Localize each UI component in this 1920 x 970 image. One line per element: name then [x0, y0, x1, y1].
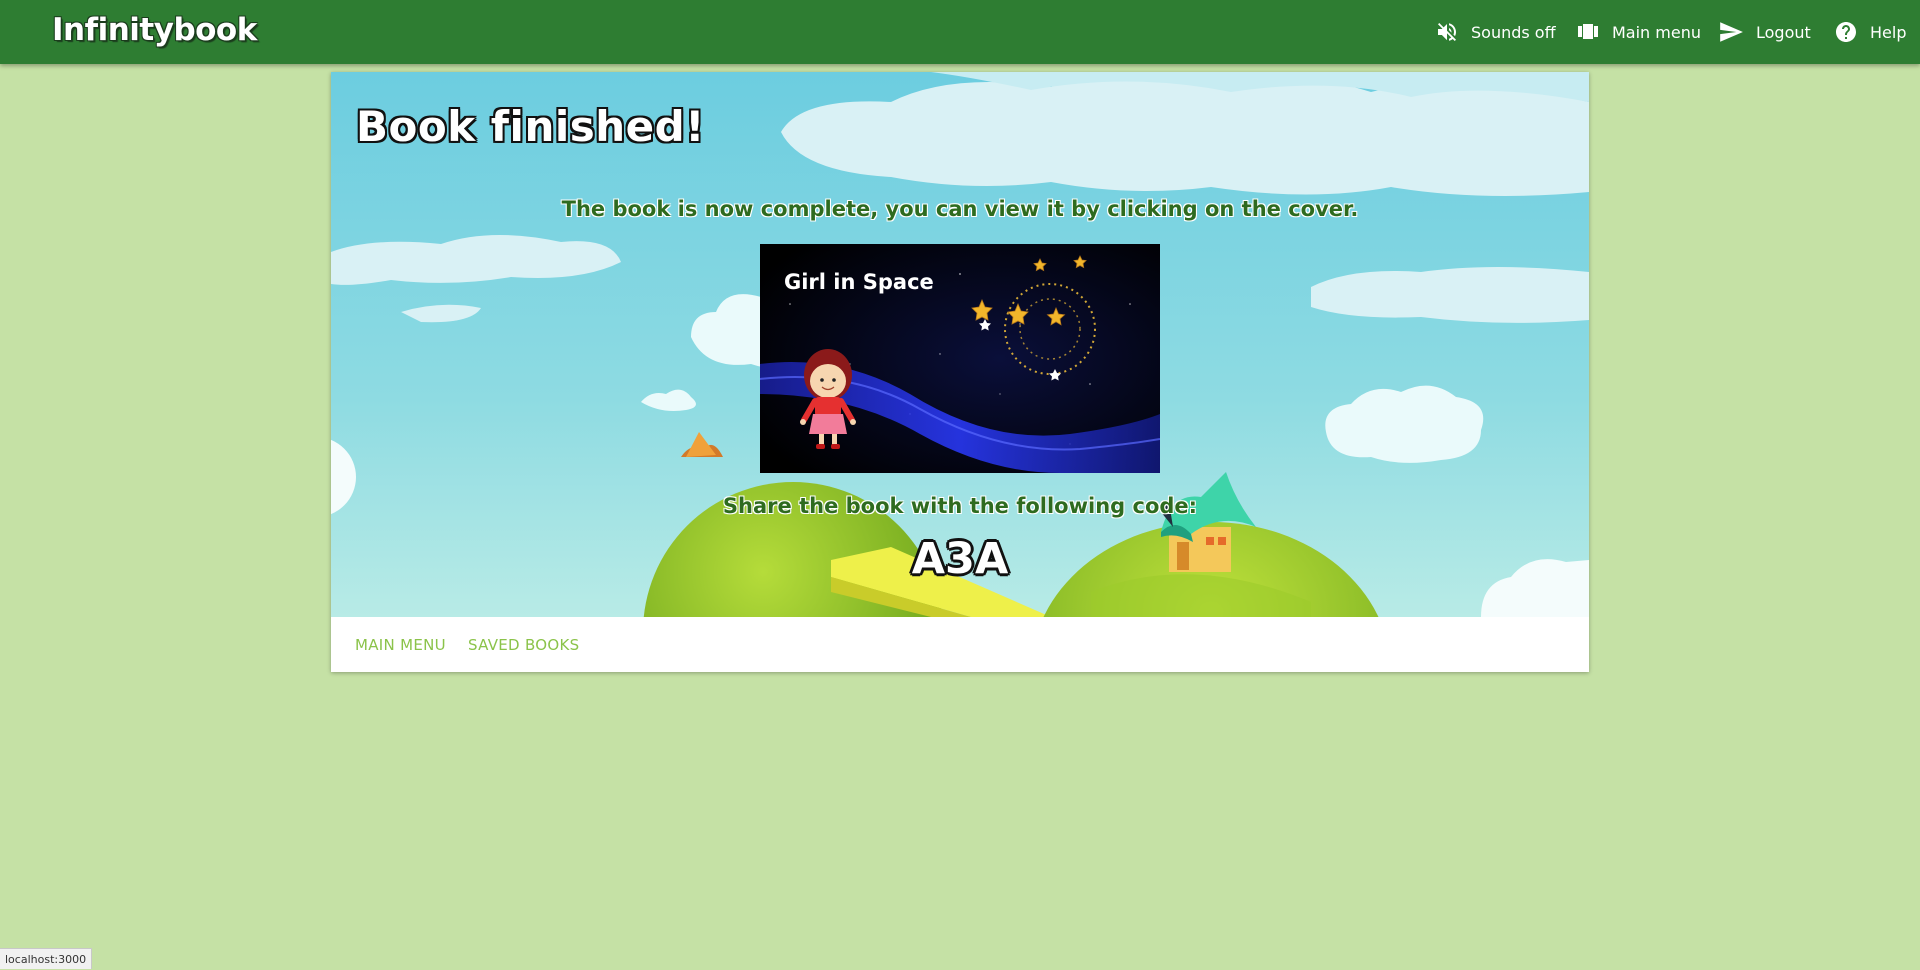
page-title: Book finished! — [356, 102, 705, 151]
sounds-label: Sounds off — [1471, 22, 1556, 42]
brand-title[interactable]: Infinitybook — [52, 12, 257, 48]
share-code: A3A — [911, 534, 1009, 584]
main-menu-button[interactable]: MAIN MENU — [355, 617, 446, 672]
help-circle-icon — [1836, 22, 1856, 42]
share-instructions: Share the book with the following code: — [722, 494, 1198, 518]
app-bar: Infinitybook Sounds off Main menu Logout… — [0, 0, 1920, 64]
main-menu-label: Main menu — [1612, 22, 1701, 42]
logout-button[interactable]: Logout — [1718, 0, 1811, 64]
help-button[interactable]: Help — [1834, 0, 1906, 64]
send-icon — [1720, 22, 1743, 42]
sounds-toggle-button[interactable]: Sounds off — [1435, 0, 1556, 64]
saved-books-button[interactable]: SAVED BOOKS — [468, 617, 579, 672]
logout-label: Logout — [1756, 22, 1811, 42]
card-actions: MAIN MENU SAVED BOOKS — [331, 617, 1589, 672]
browser-status-url: localhost:3000 — [0, 948, 93, 969]
scene-background: Book finished! The book is now complete,… — [331, 72, 1589, 617]
book-cover-title: Girl in Space — [784, 270, 934, 294]
view-carousel-icon — [1578, 24, 1598, 39]
main-menu-nav-button[interactable]: Main menu — [1576, 0, 1701, 64]
completion-message: The book is now complete, you can view i… — [561, 197, 1359, 221]
volume-off-icon — [1438, 23, 1456, 41]
book-cover[interactable]: Girl in Space — [760, 244, 1160, 473]
help-label: Help — [1870, 22, 1907, 42]
book-finished-card: Book finished! The book is now complete,… — [331, 72, 1589, 672]
